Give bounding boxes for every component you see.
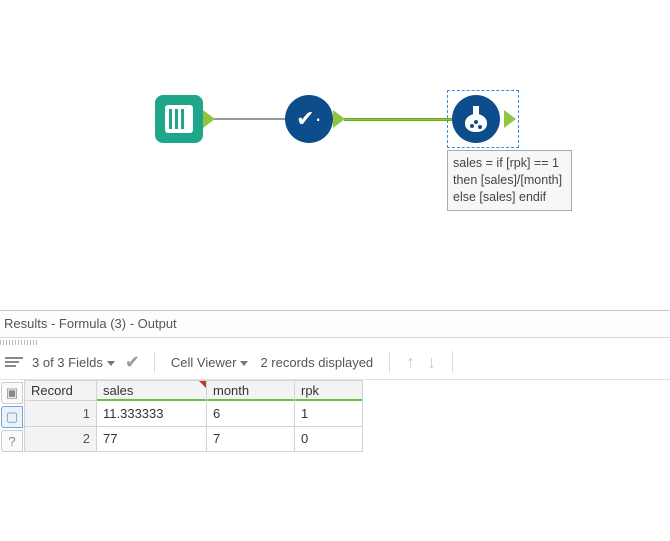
arrow-down-icon[interactable]: ↓ <box>423 352 440 373</box>
input-data-icon <box>165 105 193 133</box>
connection-2 <box>344 118 452 121</box>
input-tool-node[interactable] <box>155 95 203 143</box>
gutter-button-2[interactable]: ▢ <box>1 406 23 428</box>
cell-month[interactable]: 7 <box>207 426 295 452</box>
table-row[interactable]: 2 77 7 0 <box>25 426 363 452</box>
results-toolbar: 3 of 3 Fields ✔ Cell Viewer 2 records di… <box>0 345 670 380</box>
apply-check-icon[interactable]: ✔ <box>123 352 142 373</box>
cell-rpk[interactable]: 1 <box>295 401 363 427</box>
formula-tool-node[interactable] <box>452 95 500 143</box>
sort-marker-icon <box>199 381 206 388</box>
output-anchor[interactable] <box>504 110 516 128</box>
column-header-rpk[interactable]: rpk <box>295 381 363 401</box>
list-icon[interactable] <box>4 353 24 371</box>
cell-sales[interactable]: 77 <box>97 426 207 452</box>
arrow-up-icon[interactable]: ↑ <box>402 352 419 373</box>
connection-1 <box>214 118 286 120</box>
select-check-icon: ✔· <box>296 106 322 132</box>
row-number: 1 <box>25 401 97 427</box>
formula-flask-icon <box>465 106 487 132</box>
row-number: 2 <box>25 426 97 452</box>
results-panel: Results - Formula (3) - Output 3 of 3 Fi… <box>0 310 670 541</box>
records-displayed-label: 2 records displayed <box>256 355 377 370</box>
results-panel-title: Results - Formula (3) - Output <box>0 311 670 338</box>
separator <box>452 351 453 373</box>
column-header-record[interactable]: Record <box>25 381 97 401</box>
chevron-down-icon <box>240 361 248 366</box>
separator <box>154 351 155 373</box>
output-anchor[interactable] <box>203 110 215 128</box>
column-header-sales[interactable]: sales <box>97 381 207 401</box>
gutter-button-1[interactable]: ▣ <box>1 382 23 404</box>
fields-summary[interactable]: 3 of 3 Fields <box>28 355 119 370</box>
column-header-month[interactable]: month <box>207 381 295 401</box>
cell-month[interactable]: 6 <box>207 401 295 427</box>
output-anchor[interactable] <box>333 110 345 128</box>
chevron-down-icon <box>107 361 115 366</box>
select-tool-node[interactable]: ✔· <box>285 95 333 143</box>
results-grid[interactable]: Record sales month rpk 1 11.333333 6 1 2… <box>24 380 363 452</box>
grid-header-row: Record sales month rpk <box>25 381 363 401</box>
separator <box>389 351 390 373</box>
cell-sales[interactable]: 11.333333 <box>97 401 207 427</box>
workflow-canvas[interactable]: ✔· sales = if [rpk] == 1 then [sales]/[m… <box>0 0 670 310</box>
results-left-gutter: ▣ ▢ ? <box>0 380 24 452</box>
gutter-button-help[interactable]: ? <box>1 430 23 452</box>
cell-rpk[interactable]: 0 <box>295 426 363 452</box>
cell-viewer-dropdown[interactable]: Cell Viewer <box>167 355 253 370</box>
table-row[interactable]: 1 11.333333 6 1 <box>25 401 363 427</box>
formula-annotation: sales = if [rpk] == 1 then [sales]/[mont… <box>447 150 572 211</box>
